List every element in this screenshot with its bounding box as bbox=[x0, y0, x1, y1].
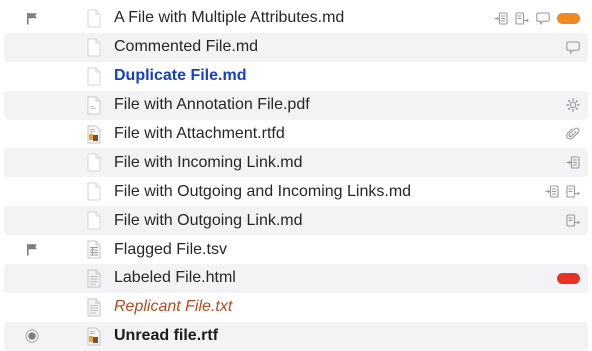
rtfd-document-icon bbox=[85, 120, 103, 149]
markdown-document-icon bbox=[85, 33, 103, 62]
file-list: A File with Multiple Attributes.md Commen… bbox=[0, 0, 592, 351]
markdown-document-icon bbox=[85, 177, 103, 206]
rtf-document-icon bbox=[85, 322, 103, 351]
outgoing-links-icon bbox=[566, 214, 580, 227]
file-row[interactable]: File with Outgoing and Incoming Links.md bbox=[4, 177, 588, 206]
file-row[interactable]: Flagged File.tsv bbox=[4, 235, 588, 264]
attribute-icons bbox=[566, 91, 580, 120]
file-row[interactable]: File with Annotation File.pdf bbox=[4, 90, 588, 120]
file-name[interactable]: File with Attachment.rtfd bbox=[114, 120, 285, 149]
file-name[interactable]: File with Outgoing and Incoming Links.md bbox=[114, 177, 411, 206]
attribute-icons bbox=[566, 148, 580, 177]
incoming-links-icon bbox=[494, 12, 508, 25]
unread-dot-icon[interactable] bbox=[24, 322, 40, 351]
file-row[interactable]: Replicant File.txt bbox=[4, 293, 588, 322]
file-row[interactable]: File with Attachment.rtfd bbox=[4, 120, 588, 149]
file-name[interactable]: Labeled File.html bbox=[114, 264, 236, 293]
annotation-icon bbox=[566, 98, 580, 112]
html-document-icon bbox=[85, 264, 103, 293]
file-row[interactable]: File with Incoming Link.md bbox=[4, 148, 588, 178]
file-name[interactable]: Flagged File.tsv bbox=[114, 235, 227, 264]
label-red-pill bbox=[557, 272, 580, 284]
file-name[interactable]: Commented File.md bbox=[114, 33, 258, 62]
file-name[interactable]: File with Outgoing Link.md bbox=[114, 206, 303, 235]
attribute-icons bbox=[494, 4, 580, 33]
incoming-links-icon bbox=[566, 156, 580, 169]
attribute-icons bbox=[566, 206, 580, 235]
attribute-icons bbox=[557, 264, 580, 293]
attribute-icons bbox=[566, 120, 580, 149]
incoming-links-icon bbox=[545, 185, 559, 198]
file-name[interactable]: File with Annotation File.pdf bbox=[114, 91, 310, 120]
comment-icon bbox=[536, 12, 550, 25]
outgoing-links-icon bbox=[566, 185, 580, 198]
comment-icon bbox=[566, 41, 580, 54]
attribute-icons bbox=[566, 33, 580, 62]
file-name[interactable]: A File with Multiple Attributes.md bbox=[114, 4, 344, 33]
markdown-document-icon bbox=[85, 148, 103, 177]
attribute-icons bbox=[545, 177, 580, 206]
file-row[interactable]: A File with Multiple Attributes.md bbox=[4, 4, 588, 33]
file-name[interactable]: Replicant File.txt bbox=[114, 293, 232, 322]
pdf-document-icon bbox=[85, 91, 103, 120]
outgoing-links-icon bbox=[515, 12, 529, 25]
file-row[interactable]: File with Outgoing Link.md bbox=[4, 206, 588, 236]
markdown-document-icon bbox=[85, 206, 103, 235]
attachment-icon bbox=[566, 127, 580, 141]
file-row[interactable]: Unread file.rtf bbox=[4, 321, 588, 351]
file-row[interactable]: Duplicate File.md bbox=[4, 62, 588, 91]
markdown-document-icon bbox=[85, 4, 103, 33]
flag-icon[interactable] bbox=[24, 235, 40, 264]
tsv-document-icon bbox=[85, 235, 103, 264]
file-name[interactable]: Unread file.rtf bbox=[114, 322, 218, 351]
file-row[interactable]: Commented File.md bbox=[4, 32, 588, 62]
file-name[interactable]: Duplicate File.md bbox=[114, 62, 246, 91]
flag-icon[interactable] bbox=[24, 4, 40, 33]
text-document-icon bbox=[85, 293, 103, 322]
markdown-document-icon bbox=[85, 62, 103, 91]
label-orange-pill bbox=[557, 12, 580, 24]
file-name[interactable]: File with Incoming Link.md bbox=[114, 148, 303, 177]
file-row[interactable]: Labeled File.html bbox=[4, 264, 588, 293]
